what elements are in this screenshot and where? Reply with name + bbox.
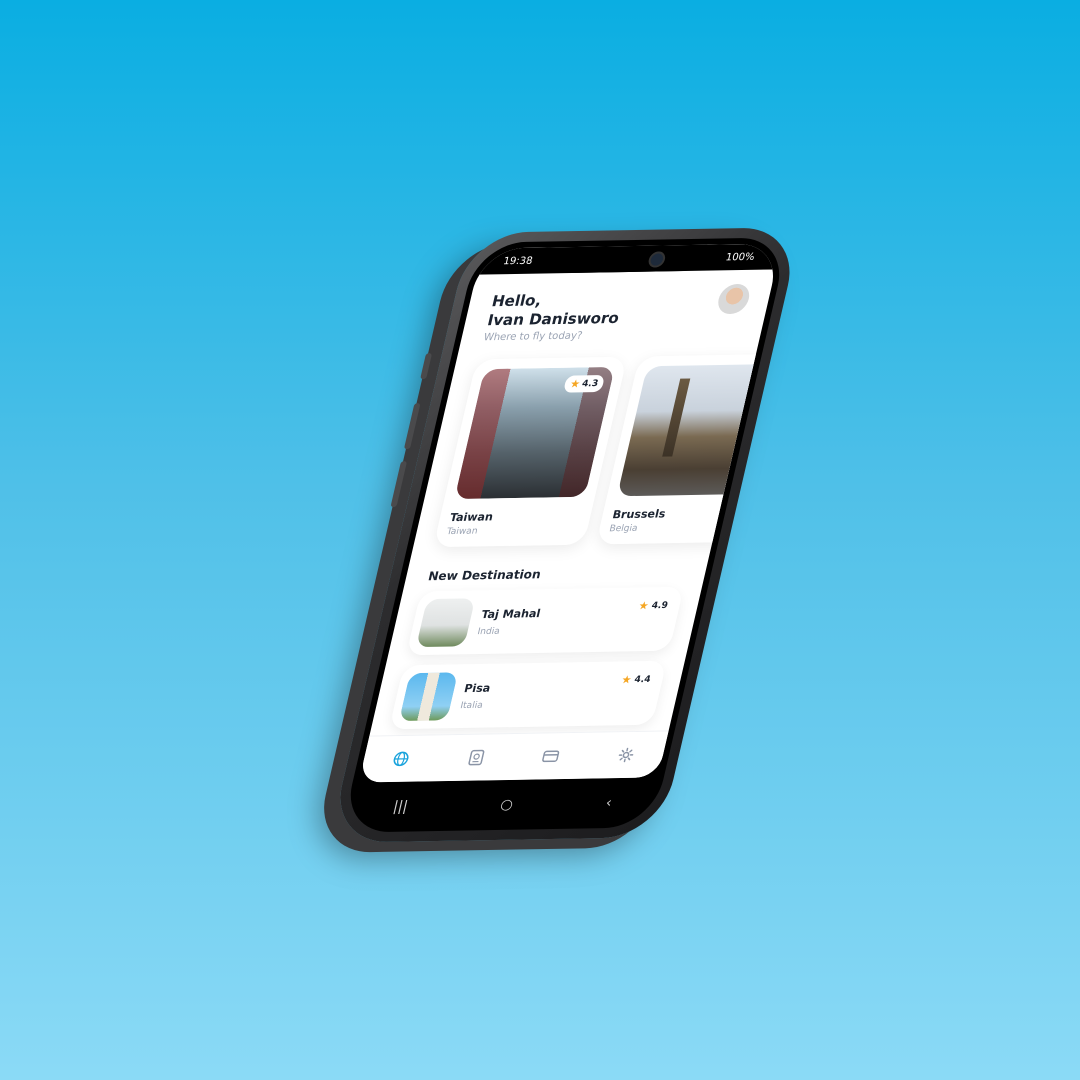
tab-payments[interactable] — [536, 744, 566, 768]
rating-badge: ★ 4.9 — [637, 599, 669, 613]
section-title: New Destination — [426, 567, 543, 584]
mute-button — [420, 353, 433, 380]
tab-settings[interactable] — [611, 743, 641, 767]
star-icon: ★ — [568, 377, 582, 391]
camera-icon — [646, 251, 667, 268]
volume-up-button — [403, 403, 421, 450]
bottom-tab-bar — [358, 730, 669, 783]
phone-screen: 19:38 100% Hello, Ivan Danisworo Where t… — [340, 237, 790, 833]
notch — [550, 244, 708, 274]
home-icon[interactable]: ○ — [499, 797, 515, 813]
card-subtitle: Taiwan — [445, 526, 479, 538]
tab-explore[interactable] — [386, 747, 416, 771]
pisa-thumbnail — [398, 672, 459, 722]
card-title: Taiwan — [448, 510, 495, 525]
list-item-taj-mahal[interactable]: Taj Mahal India ★ 4.9 — [406, 586, 685, 656]
item-title: Pisa — [462, 681, 492, 695]
star-icon: ★ — [637, 599, 651, 613]
brussels-image — [616, 364, 778, 497]
taiwan-image: ★ 4.3 — [454, 366, 615, 500]
back-icon[interactable]: ‹ — [604, 795, 613, 811]
phone-device: 19:38 100% Hello, Ivan Danisworo Where t… — [328, 227, 802, 843]
greeting: Hello, Ivan Danisworo — [485, 288, 749, 330]
card-title: Brussels — [611, 507, 667, 522]
item-subtitle: India — [476, 626, 501, 637]
system-nav-bar: ||| ○ ‹ — [341, 777, 664, 832]
rating-badge: ★ 4.3 — [563, 374, 606, 393]
home-screen: Hello, Ivan Danisworo Where to fly today… — [358, 269, 782, 783]
item-subtitle: Italia — [459, 700, 484, 711]
card-subtitle: Belgia — [608, 523, 639, 535]
volume-down-button — [390, 461, 408, 508]
rating-value: 4.3 — [580, 378, 600, 389]
rating-badge: ★ 4.4 — [620, 673, 652, 687]
globe-icon — [393, 751, 409, 767]
rating-value: 4.4 — [633, 674, 652, 685]
header: Hello, Ivan Danisworo Where to fly today… — [460, 269, 775, 343]
item-title: Taj Mahal — [480, 606, 542, 621]
rating-value: 4.9 — [650, 600, 669, 611]
tab-bookings[interactable] — [461, 745, 491, 769]
recent-apps-icon[interactable]: ||| — [391, 799, 409, 815]
taj-mahal-thumbnail — [415, 598, 476, 648]
destination-card-brussels[interactable]: Brussels Belgia — [595, 353, 782, 545]
status-battery: 100% — [724, 251, 756, 263]
list-item-pisa[interactable]: Pisa Italia ★ 4.4 — [388, 660, 667, 730]
status-time: 19:38 — [502, 255, 534, 267]
destination-card-taiwan[interactable]: ★ 4.3 Taiwan Taiwan — [433, 356, 628, 548]
tower-shape — [662, 378, 691, 457]
app-display: 19:38 100% Hello, Ivan Danisworo Where t… — [358, 243, 782, 783]
user-name: Ivan Danisworo — [485, 308, 621, 330]
featured-cards: ★ 4.3 Taiwan Taiwan Brussels Belgia — [413, 338, 782, 548]
gear-icon — [618, 747, 634, 763]
card-icon — [542, 750, 560, 763]
star-icon: ★ — [620, 673, 634, 687]
passport-icon — [468, 749, 485, 766]
